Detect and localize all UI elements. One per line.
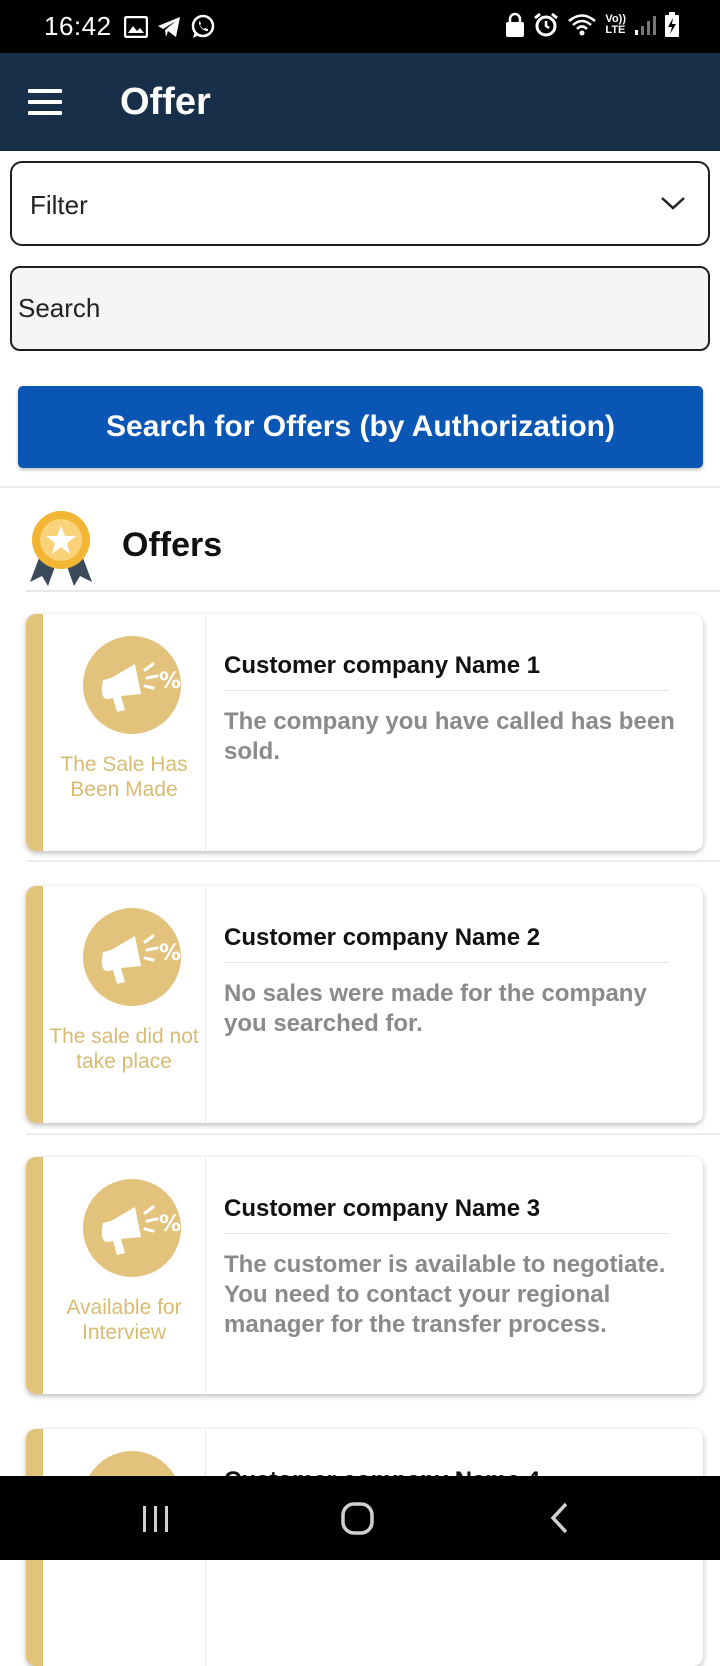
divider: [26, 590, 720, 592]
signal-icon: [635, 16, 656, 35]
card-status-panel: % The Sale Has Been Made: [43, 614, 206, 851]
filter-dropdown[interactable]: Filter: [10, 161, 710, 246]
card-company-name: Customer company Name 1: [224, 652, 541, 679]
card-message: No sales were made for the company you s…: [224, 980, 647, 1037]
image-icon: [123, 15, 148, 38]
card-message: The customer is available to negotiate. …: [224, 1251, 666, 1338]
whatsapp-icon: [191, 14, 214, 38]
status-bar: 16:42 Vo)) LTE: [0, 0, 720, 53]
alarm-icon: [534, 12, 559, 37]
card-company-name: Customer company Name 2: [224, 924, 541, 951]
search-input[interactable]: [10, 266, 710, 351]
battery-icon: [665, 12, 679, 37]
card-status-text: The sale did not take place: [49, 1025, 199, 1073]
search-offers-button[interactable]: Search for Offers (by Authorization): [18, 386, 703, 468]
volte-icon: Vo)) LTE: [605, 13, 626, 36]
app-bar: Offer: [0, 53, 720, 151]
card-status-text: The Sale Has Been Made: [60, 753, 188, 801]
card-accent-bar: [26, 1157, 43, 1394]
megaphone-icon: %: [83, 1179, 181, 1277]
medal-icon: [30, 511, 92, 586]
wifi-icon: [568, 14, 597, 36]
megaphone-icon: %: [83, 636, 181, 734]
recent-apps-icon[interactable]: [140, 1498, 172, 1538]
card-status-panel: % The sale did not take place: [43, 886, 206, 1123]
status-time: 16:42: [44, 11, 112, 41]
section-divider: [0, 486, 720, 488]
chevron-down-icon: [661, 197, 685, 210]
divider: [26, 1133, 720, 1135]
card-company-name: Customer company Name 3: [224, 1195, 541, 1222]
lock-icon: [506, 12, 525, 37]
divider: [224, 1233, 669, 1234]
system-nav-bar: [0, 1476, 720, 1560]
home-icon[interactable]: [340, 1498, 376, 1538]
divider: [26, 860, 720, 862]
svg-text:%: %: [159, 941, 181, 966]
divider: [224, 690, 669, 691]
divider: [224, 962, 669, 963]
megaphone-icon: %: [83, 908, 181, 1006]
card-status-panel: % Available for Interview: [43, 1157, 206, 1394]
offer-card[interactable]: % The sale did not take place Customer c…: [26, 886, 703, 1123]
card-accent-bar: [26, 614, 43, 851]
filter-label: Filter: [30, 190, 88, 220]
card-message: The company you have called has been sol…: [224, 708, 675, 765]
back-icon[interactable]: [546, 1498, 574, 1538]
card-status-text: Available for Interview: [66, 1296, 182, 1344]
offer-card[interactable]: % Available for Interview Customer compa…: [26, 1157, 703, 1394]
card-accent-bar: [26, 886, 43, 1123]
page-title: Offer: [120, 81, 211, 123]
offers-title: Offers: [122, 526, 223, 564]
svg-text:%: %: [159, 1212, 181, 1237]
svg-text:%: %: [159, 669, 181, 694]
telegram-icon: [157, 16, 180, 37]
menu-button[interactable]: [28, 89, 62, 115]
offers-header: Offers: [0, 500, 720, 590]
offer-card[interactable]: % The Sale Has Been Made Customer compan…: [26, 614, 703, 851]
